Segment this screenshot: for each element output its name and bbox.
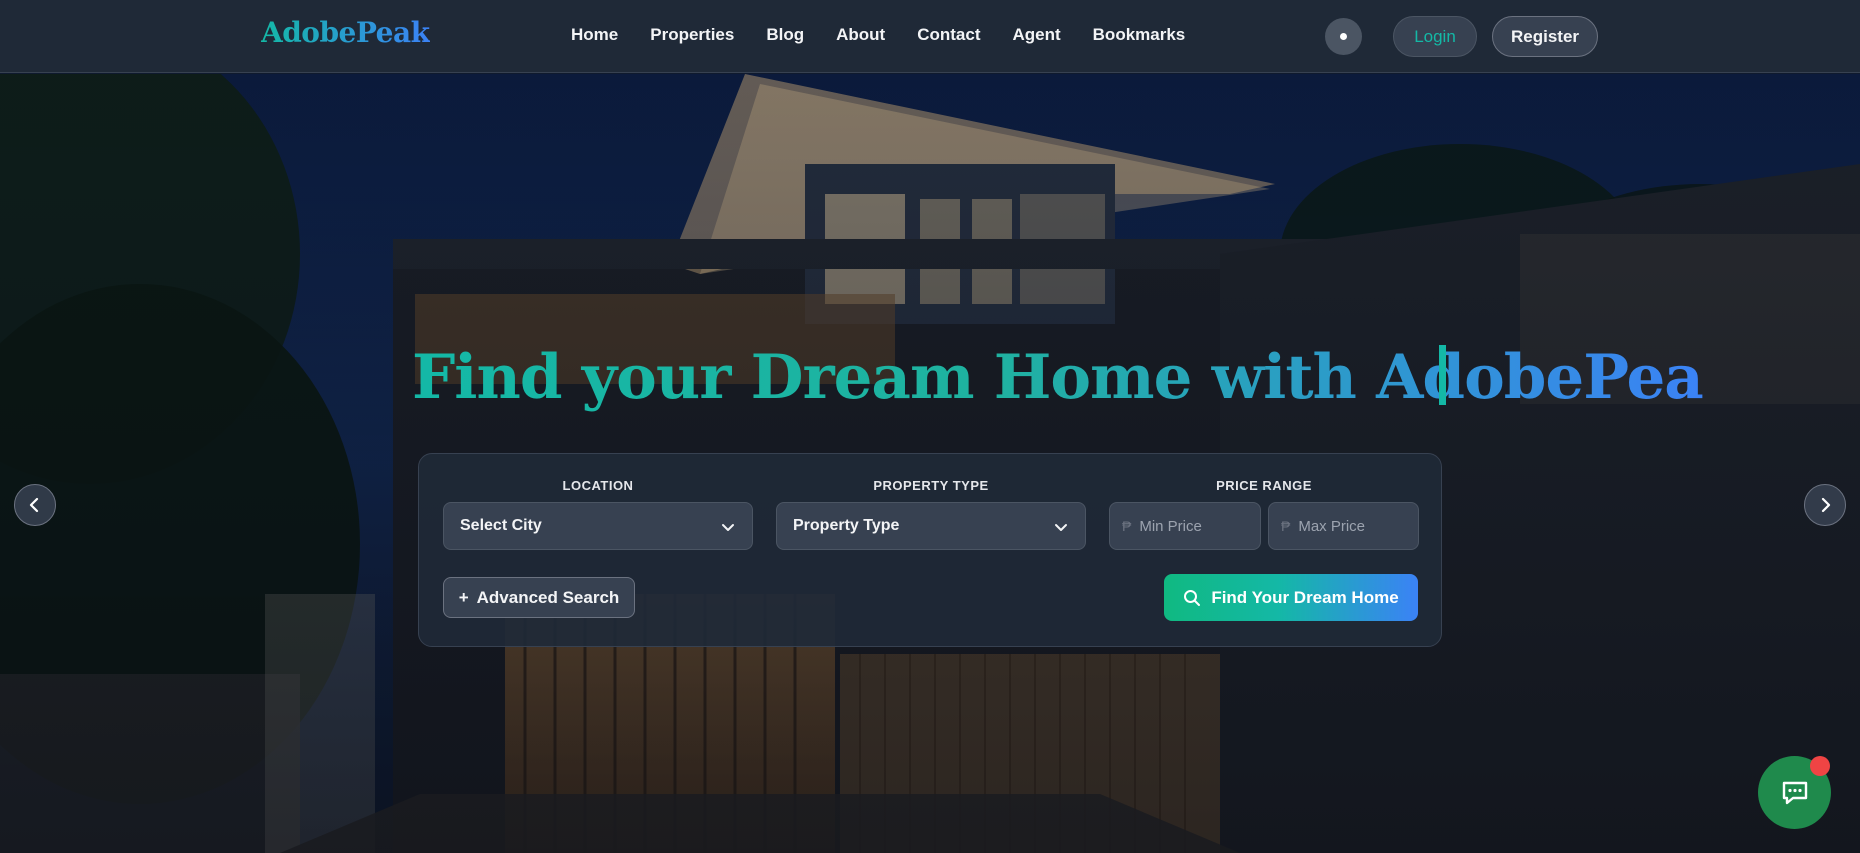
advanced-search-button[interactable]: + Advanced Search (443, 577, 635, 618)
find-dream-home-button[interactable]: Find Your Dream Home (1164, 574, 1418, 621)
hero-headline: Find your Dream Home with AdobePea (412, 342, 1704, 413)
nav-about[interactable]: About (836, 25, 885, 45)
find-dream-home-label: Find Your Dream Home (1211, 587, 1399, 607)
price-range-label: PRICE RANGE (1216, 478, 1312, 493)
nav-properties[interactable]: Properties (650, 25, 734, 45)
search-panel: LOCATION PROPERTY TYPE PRICE RANGE Selec… (418, 453, 1442, 647)
login-button[interactable]: Login (1393, 16, 1477, 57)
location-select[interactable]: Select City (443, 502, 753, 550)
register-button[interactable]: Register (1492, 16, 1598, 57)
nav-blog[interactable]: Blog (766, 25, 804, 45)
plus-icon: + (458, 587, 469, 607)
carousel-prev-button[interactable] (14, 484, 56, 526)
property-type-select-value: Property Type (793, 517, 900, 534)
typing-cursor (1439, 345, 1446, 405)
nav-home[interactable]: Home (571, 25, 618, 45)
main-nav: Home Properties Blog About Contact Agent… (571, 25, 1217, 45)
min-price-input[interactable]: ₱ Min Price (1109, 502, 1261, 550)
chevron-down-icon (1055, 524, 1067, 531)
top-navbar: AdobePeak Home Properties Blog About Con… (0, 0, 1860, 73)
carousel-next-button[interactable] (1804, 484, 1846, 526)
nav-bookmarks[interactable]: Bookmarks (1093, 25, 1186, 45)
logo[interactable]: AdobePeak (261, 16, 430, 49)
max-price-input[interactable]: ₱ Max Price (1268, 502, 1419, 550)
theme-toggle-button[interactable] (1325, 18, 1362, 55)
nav-agent[interactable]: Agent (1012, 25, 1060, 45)
chat-icon (1782, 781, 1807, 804)
property-type-label: PROPERTY TYPE (873, 478, 989, 493)
chevron-down-icon (722, 524, 734, 531)
max-price-placeholder: Max Price (1298, 517, 1366, 535)
min-price-placeholder: Min Price (1139, 517, 1202, 535)
theme-toggle-icon (1340, 33, 1347, 40)
chevron-right-icon (1821, 497, 1831, 513)
peso-icon: ₱ (1281, 518, 1291, 534)
chevron-left-icon (29, 497, 39, 513)
search-icon (1184, 589, 1201, 606)
peso-icon: ₱ (1122, 518, 1132, 534)
property-type-select[interactable]: Property Type (776, 502, 1086, 550)
nav-contact[interactable]: Contact (917, 25, 980, 45)
location-label: LOCATION (562, 478, 634, 493)
advanced-search-label: Advanced Search (476, 587, 620, 607)
location-select-value: Select City (460, 517, 542, 534)
chat-notification-badge (1810, 756, 1830, 776)
